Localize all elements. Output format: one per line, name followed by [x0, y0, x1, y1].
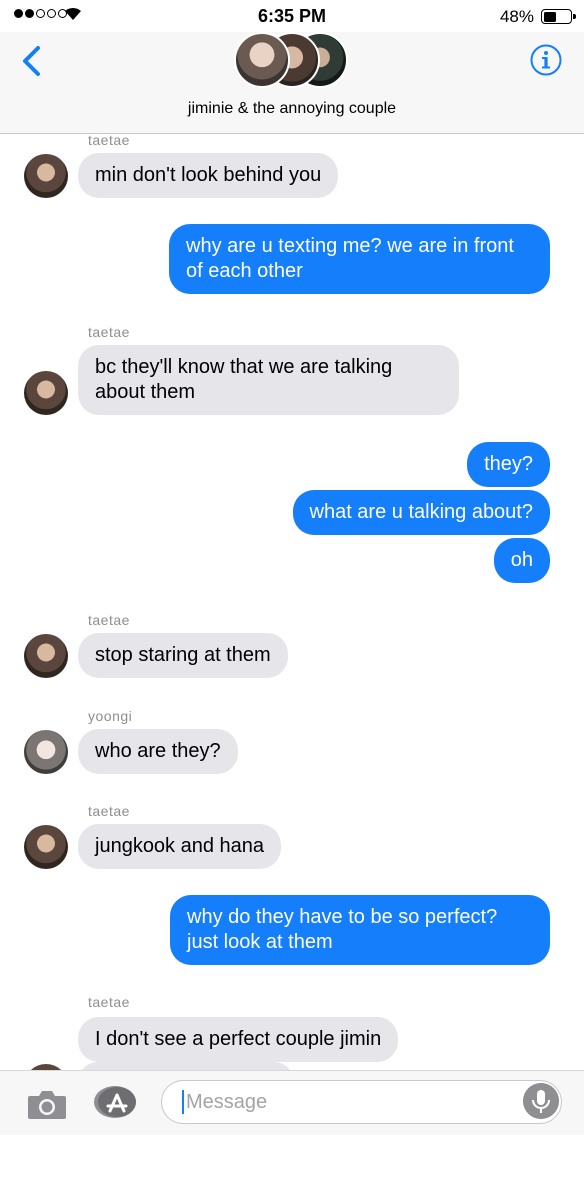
- sender-name: taetae: [88, 803, 130, 819]
- text-caret: [182, 1090, 184, 1114]
- incoming-message[interactable]: jungkook and hana: [78, 824, 282, 869]
- outgoing-message[interactable]: what are u talking about?: [292, 490, 550, 535]
- battery-fill: [543, 11, 556, 22]
- avatar: [234, 32, 290, 88]
- group-avatar-stack[interactable]: [234, 32, 350, 88]
- avatar[interactable]: [24, 825, 68, 869]
- outgoing-message[interactable]: why are u texting me? we are in front of…: [169, 224, 550, 294]
- message-composer: Message: [0, 1070, 584, 1135]
- outgoing-message[interactable]: why do they have to be so perfect? just …: [170, 895, 550, 965]
- avatar[interactable]: [24, 730, 68, 774]
- chevron-left-icon[interactable]: [18, 44, 46, 78]
- status-time: 6:35 PM: [257, 6, 327, 26]
- battery-percentage: 48%: [499, 7, 534, 26]
- info-icon[interactable]: [530, 44, 562, 76]
- sender-name: taetae: [88, 134, 130, 148]
- sender-name: taetae: [88, 612, 130, 628]
- outgoing-message[interactable]: oh: [493, 538, 550, 583]
- message-list[interactable]: taetae min don't look behind you why are…: [0, 134, 584, 1070]
- message-placeholder: Message: [186, 1091, 268, 1113]
- group-title[interactable]: jiminie & the annoying couple: [0, 100, 584, 118]
- camera-icon[interactable]: [27, 1088, 67, 1120]
- microphone-icon[interactable]: [523, 1083, 559, 1119]
- sender-name: taetae: [88, 324, 130, 340]
- sender-name: taetae: [88, 994, 130, 1010]
- sender-name: yoongi: [88, 708, 133, 724]
- incoming-message[interactable]: I don't see a perfect couple jimin: [78, 1017, 399, 1062]
- status-bar: 6:35 PM 48%: [0, 0, 584, 32]
- avatar[interactable]: [24, 371, 68, 415]
- incoming-message[interactable]: min don't look behind you: [78, 153, 339, 198]
- battery-icon: [541, 9, 576, 24]
- conversation-header: jiminie & the annoying couple: [0, 32, 584, 134]
- outgoing-message[interactable]: they?: [467, 442, 550, 487]
- battery-nub: [573, 14, 576, 19]
- incoming-message[interactable]: who are they?: [78, 729, 238, 774]
- app-store-icon[interactable]: [93, 1085, 139, 1119]
- avatar[interactable]: [24, 634, 68, 678]
- avatar[interactable]: [24, 154, 68, 198]
- incoming-message-partial[interactable]: [78, 1062, 294, 1070]
- incoming-message[interactable]: bc they'll know that we are talking abou…: [78, 345, 459, 415]
- message-input[interactable]: Message: [161, 1080, 562, 1124]
- incoming-message[interactable]: stop staring at them: [78, 633, 288, 678]
